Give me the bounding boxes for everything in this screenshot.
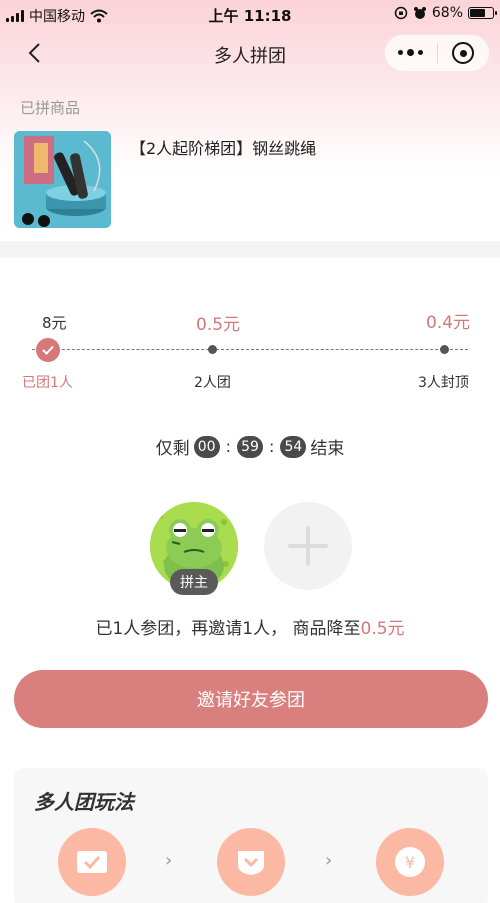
tier-price-1: 8元 [42, 314, 67, 332]
countdown-minutes: 59 [237, 435, 263, 458]
tier-node-2 [208, 345, 217, 354]
countdown-seconds: 54 [280, 435, 307, 458]
countdown-colon: : [225, 437, 231, 456]
price-ladder: 8元 0.5元 0.4元 已团1人 2人团 3人封顶 [0, 300, 500, 400]
invite-friends-button[interactable]: 邀请好友参团 [14, 670, 488, 728]
product-card[interactable]: 【2人起阶梯团】钢丝跳绳 [14, 131, 316, 228]
alarm-icon [413, 7, 426, 19]
battery-percent: 68% [431, 5, 463, 21]
invite-info: 已1人参团，再邀请1人， 商品降至0.5元 [0, 614, 500, 639]
section-divider [0, 241, 500, 258]
check-icon [36, 338, 60, 362]
invite-info-price: 0.5元 [360, 619, 405, 639]
tier-price-3: 0.4元 [426, 313, 471, 333]
host-badge: 拼主 [170, 569, 218, 595]
product-image [14, 131, 111, 228]
ladder-line [32, 349, 468, 350]
tier-label-2: 2人团 [194, 375, 231, 391]
group-members: 拼主 [0, 500, 500, 600]
add-member-button[interactable] [264, 502, 352, 590]
rules-title: 多人团玩法 [34, 790, 134, 814]
rotation-lock-icon [394, 6, 408, 20]
countdown-prefix: 仅剩 [155, 439, 190, 459]
step-pay-icon [58, 828, 126, 896]
status-right: 68% [394, 5, 497, 21]
countdown-hours: 00 [193, 435, 220, 458]
section-label: 已拼商品 [20, 99, 81, 117]
step-share-icon [217, 828, 285, 896]
more-menu-icon[interactable] [385, 49, 437, 56]
close-program-button[interactable] [437, 42, 489, 64]
battery-icon [468, 7, 497, 19]
status-bar: 中国移动 上午 11:18 68% [0, 0, 500, 30]
mini-program-capsule [384, 34, 490, 72]
countdown: 仅剩 00 : 59 : 54 结束 [0, 434, 500, 459]
invite-info-text: 已1人参团，再邀请1人， 商品降至 [95, 619, 361, 639]
battery-fill [470, 9, 485, 17]
product-title: 【2人起阶梯团】钢丝跳绳 [130, 139, 317, 158]
jump-rope-illustration [14, 131, 111, 228]
rules-card: 多人团玩法 › › ¥ [14, 768, 488, 903]
svg-text:¥: ¥ [405, 853, 415, 872]
nav-bar: 多人拼团 [0, 30, 500, 76]
countdown-suffix: 结束 [310, 439, 345, 459]
chevron-right-icon: › [165, 850, 173, 871]
target-icon [452, 42, 475, 64]
tier-price-2: 0.5元 [196, 315, 241, 335]
tier-node-3 [440, 345, 449, 354]
step-discount-icon: ¥ [376, 828, 444, 896]
tier-label-1: 已团1人 [22, 375, 73, 391]
tier-label-3: 3人封顶 [418, 375, 469, 391]
countdown-colon: : [269, 437, 275, 456]
chevron-right-icon: › [325, 850, 333, 871]
